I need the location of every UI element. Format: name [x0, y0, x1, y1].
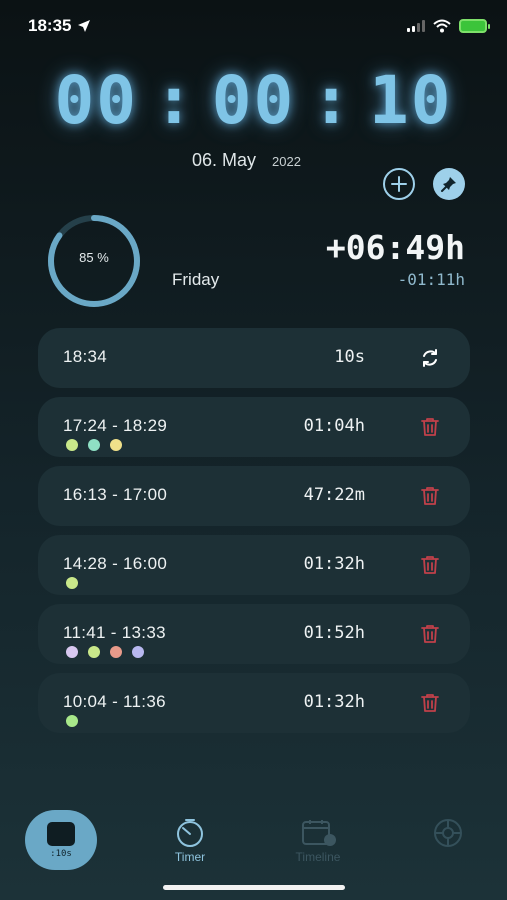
trash-icon — [421, 418, 439, 436]
tab-stopwatch[interactable]: :10s — [25, 810, 97, 870]
tab-stopwatch-label: :10s — [50, 848, 72, 859]
entry-tags — [66, 577, 78, 589]
tab-settings[interactable] — [408, 818, 488, 848]
delete-button[interactable] — [418, 415, 442, 439]
trash-icon — [421, 556, 439, 574]
timer-icon — [177, 819, 203, 847]
entry-tags — [66, 646, 144, 658]
cellular-signal-icon — [407, 20, 425, 32]
trash-icon — [421, 487, 439, 505]
refresh-icon — [423, 349, 437, 367]
time-entries-list: 18:34 10s 17:24 - 18:29 01:04h 16:13 - 1… — [38, 328, 470, 742]
list-item[interactable]: 17:24 - 18:29 01:04h — [38, 397, 470, 457]
tab-timeline[interactable]: Timeline — [278, 818, 358, 864]
progress-percent-label: 85 % — [79, 250, 109, 265]
refresh-button[interactable] — [418, 346, 442, 370]
tab-timer[interactable]: Timer — [150, 818, 230, 864]
date-day-month: 06. May — [192, 150, 257, 170]
wifi-icon — [433, 19, 451, 33]
list-item[interactable]: 18:34 10s — [38, 328, 470, 388]
entry-duration: 01:32h — [303, 692, 365, 712]
entry-duration: 01:32h — [303, 554, 365, 574]
elapsed-timer: 00 : 00 : 10 — [0, 62, 507, 139]
pin-icon — [441, 177, 456, 192]
stopwatch-square-icon — [47, 821, 75, 846]
pin-button[interactable] — [433, 168, 465, 200]
calendar-icon — [302, 820, 336, 846]
entry-duration: 01:52h — [303, 623, 365, 643]
list-item[interactable]: 10:04 - 11:36 01:32h — [38, 673, 470, 733]
trash-icon — [421, 694, 439, 712]
entry-time-range: 18:34 — [63, 347, 108, 366]
delete-button[interactable] — [418, 553, 442, 577]
timer-minutes: 00 — [211, 62, 296, 139]
tag-dot — [88, 646, 100, 658]
tag-dot — [110, 439, 122, 451]
overtime-balance: +06:49h — [325, 228, 465, 267]
timer-separator: : — [311, 62, 353, 139]
delete-button[interactable] — [418, 691, 442, 715]
entry-tags — [66, 715, 78, 727]
trash-icon — [421, 625, 439, 643]
tab-timer-label: Timer — [174, 850, 206, 864]
tag-dot — [66, 439, 78, 451]
location-arrow-icon — [78, 20, 91, 32]
entry-time-range: 10:04 - 11:36 — [63, 692, 166, 711]
remaining-time: -01:11h — [397, 270, 465, 289]
entry-time-range: 17:24 - 18:29 — [63, 416, 168, 435]
battery-charging-icon — [459, 19, 490, 33]
list-item[interactable]: 11:41 - 13:33 01:52h — [38, 604, 470, 664]
tag-dot — [66, 715, 78, 727]
tag-dot — [132, 646, 144, 658]
status-bar: 18:35 — [28, 14, 490, 38]
delete-button[interactable] — [418, 622, 442, 646]
tag-dot — [66, 646, 78, 658]
timer-hours: 00 — [54, 62, 138, 139]
plus-icon — [391, 176, 407, 192]
list-item[interactable]: 16:13 - 17:00 47:22m — [38, 466, 470, 526]
home-indicator — [163, 885, 345, 890]
weekday-label: Friday — [172, 270, 220, 289]
status-time: 18:35 — [28, 16, 91, 36]
entry-tags — [66, 439, 122, 451]
delete-button[interactable] — [418, 484, 442, 508]
entry-duration: 10s — [334, 347, 365, 367]
tab-timeline-label: Timeline — [295, 850, 341, 864]
date-year: 2022 — [272, 154, 301, 169]
status-indicators — [407, 19, 490, 33]
status-time-text: 18:35 — [28, 16, 72, 35]
date-display[interactable]: 06. May 2022 — [192, 150, 301, 171]
tag-dot — [66, 577, 78, 589]
timer-seconds: 10 — [368, 62, 453, 139]
timer-separator: : — [154, 62, 196, 139]
entry-time-range: 16:13 - 17:00 — [63, 485, 168, 504]
tag-dot — [110, 646, 122, 658]
entry-duration: 01:04h — [303, 416, 365, 436]
tag-dot — [88, 439, 100, 451]
list-item[interactable]: 14:28 - 16:00 01:32h — [38, 535, 470, 595]
entry-duration: 47:22m — [303, 485, 365, 505]
add-entry-button[interactable] — [383, 168, 415, 200]
entry-time-range: 11:41 - 13:33 — [63, 623, 166, 642]
entry-time-range: 14:28 - 16:00 — [63, 554, 168, 573]
tab-bar: :10s Timer Timeline — [0, 810, 507, 880]
settings-icon — [434, 819, 462, 847]
